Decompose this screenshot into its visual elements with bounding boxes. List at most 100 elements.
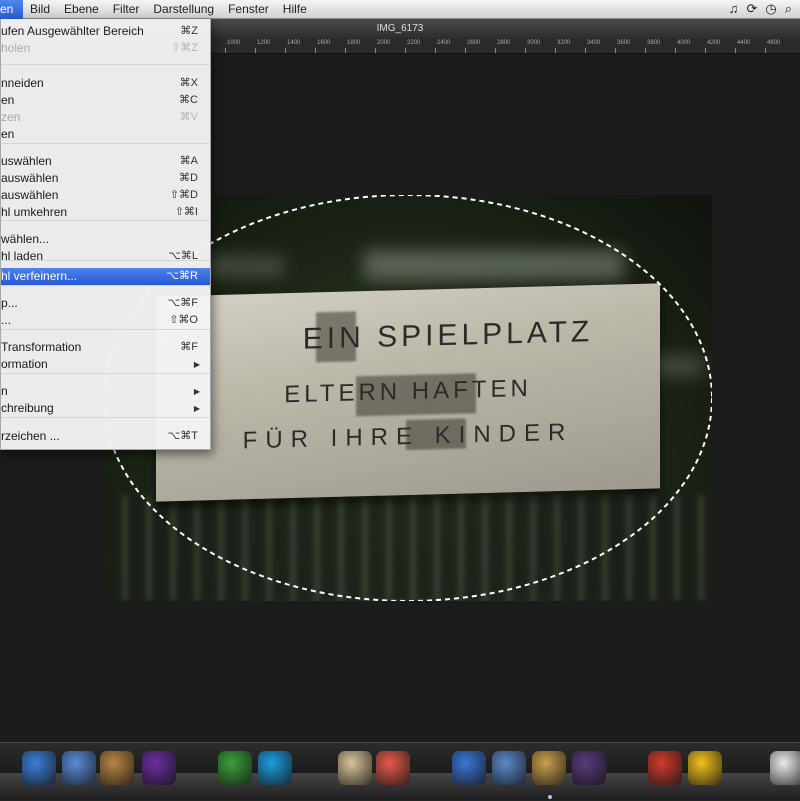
- menu-item[interactable]: zen ⌘V: [1, 109, 210, 126]
- window-title: IMG_6173: [376, 23, 424, 34]
- menu-separator: [1, 329, 210, 330]
- menu-filter[interactable]: Filter: [106, 0, 147, 19]
- ruler-tick-label: 4600: [767, 40, 781, 46]
- menu-item-label: n: [1, 384, 8, 398]
- menu-item-refine-selection[interactable]: hl verfeinern... ⌥⌘R: [1, 268, 210, 285]
- ical-icon[interactable]: [376, 751, 410, 785]
- text-edit-icon[interactable]: [770, 751, 800, 785]
- address-book-icon[interactable]: [338, 751, 372, 785]
- menu-item[interactable]: p... ⌥⌘F: [1, 295, 210, 312]
- ruler-tick: [705, 48, 706, 53]
- menu-item-shortcut: ⇧⌘Z: [171, 42, 198, 54]
- menu-item-label: holen: [1, 41, 31, 55]
- ruler-tick: [225, 48, 226, 53]
- menu-hilfe[interactable]: Hilfe: [276, 0, 314, 19]
- ruler-tick-label: 4400: [737, 40, 751, 46]
- ruler-tick: [495, 48, 496, 53]
- menu-item[interactable]: ... ⇧⌘O: [1, 312, 210, 329]
- safari-icon[interactable]: [22, 751, 56, 785]
- menu-item[interactable]: nneiden ⌘X: [1, 75, 210, 92]
- menu-item-shortcut: ⌘D: [179, 172, 198, 184]
- submenu-arrow-icon: ▶: [193, 404, 200, 413]
- menu-bild[interactable]: Bild: [23, 0, 57, 19]
- ruler-tick-label: 2400: [437, 40, 451, 46]
- menu-item[interactable]: auswählen ⌘D: [1, 170, 210, 187]
- ruler-tick-label: 3200: [557, 40, 571, 46]
- menu-item-label: ormation: [1, 357, 48, 371]
- running-indicator: [548, 795, 552, 799]
- menu-item[interactable]: hl laden ⌥⌘L: [1, 248, 210, 265]
- menu-item-shortcut: ⇧⌘I: [174, 206, 198, 218]
- menu-item-label: auswählen: [1, 188, 59, 202]
- menu-fenster[interactable]: Fenster: [221, 0, 276, 19]
- menu-item-shortcut: ⌥⌘L: [168, 250, 198, 262]
- menu-separator: [1, 143, 210, 144]
- menu-item[interactable]: chreibung ▶: [1, 400, 210, 417]
- edit-menu-dropdown: ufen Ausgewählter Bereich ⌘Z holen ⇧⌘Z nneid…: [0, 19, 211, 450]
- menu-item[interactable]: hl umkehren ⇧⌘I: [1, 204, 210, 221]
- menu-item[interactable]: ufen Ausgewählter Bereich ⌘Z: [1, 23, 210, 40]
- ruler-tick: [255, 48, 256, 53]
- menu-item-shortcut: ⇧⌘O: [169, 314, 198, 326]
- menu-item[interactable]: en: [1, 126, 210, 143]
- photobooth-icon[interactable]: [142, 751, 176, 785]
- menu-item-label: chreibung: [1, 401, 54, 415]
- ruler-tick-label: 2200: [407, 40, 421, 46]
- ruler-tick: [735, 48, 736, 53]
- menu-item[interactable]: auswählen ⇧⌘D: [1, 187, 210, 204]
- menu-item-shortcut: ⌘V: [179, 111, 198, 123]
- sync-icon[interactable]: ⟳: [746, 1, 757, 17]
- ruler-tick-label: 1000: [227, 40, 241, 46]
- ruler-tick-label: 3000: [527, 40, 541, 46]
- menu-item[interactable]: Transformation ⌘F: [1, 339, 210, 356]
- itunes-icon[interactable]: [452, 751, 486, 785]
- ruler-tick-label: 2000: [377, 40, 391, 46]
- menu-item[interactable]: rzeichen ... ⌥⌘T: [1, 428, 210, 445]
- menu-darstellung[interactable]: Darstellung: [146, 0, 221, 19]
- search-icon[interactable]: ⌕: [785, 1, 792, 17]
- menu-separator: [1, 64, 210, 65]
- ruler-tick: [645, 48, 646, 53]
- menu-item-shortcut: ⌘F: [180, 341, 198, 353]
- sign-line-3: FÜR IHRE KINDER: [242, 418, 574, 455]
- pixelmator-icon[interactable]: [532, 751, 566, 785]
- skype-icon[interactable]: [258, 751, 292, 785]
- menu-item-label: ...: [1, 313, 12, 327]
- menu-item[interactable]: ormation ▶: [1, 356, 210, 373]
- time-machine-icon[interactable]: ◷: [765, 1, 776, 17]
- menu-ebene[interactable]: Ebene: [57, 0, 106, 19]
- menu-edit[interactable]: en: [0, 0, 23, 19]
- ruler-tick-label: 1800: [347, 40, 361, 46]
- front-row-icon[interactable]: [572, 751, 606, 785]
- ruler-tick: [615, 48, 616, 53]
- menu-item-label: auswählen: [1, 171, 59, 185]
- menu-item-label: en: [1, 127, 15, 141]
- menu-item-shortcut: ⌥⌘F: [167, 297, 198, 309]
- ruler-tick: [315, 48, 316, 53]
- menu-item[interactable]: n ▶: [1, 383, 210, 400]
- menu-item[interactable]: holen ⇧⌘Z: [1, 40, 210, 57]
- menu-item-label: hl verfeinern...: [1, 269, 78, 283]
- preview-icon[interactable]: [62, 751, 96, 785]
- app-store-icon[interactable]: [648, 751, 682, 785]
- ruler-tick-label: 3400: [587, 40, 601, 46]
- adium-icon[interactable]: [218, 751, 252, 785]
- menu-item-label: ufen Ausgewählter Bereich: [1, 24, 144, 38]
- ruler-tick-label: 2800: [497, 40, 511, 46]
- menu-item-label: uswählen: [1, 154, 52, 168]
- ruler-tick: [465, 48, 466, 53]
- menu-item-shortcut: ⌘A: [179, 155, 198, 167]
- menu-separator: [1, 373, 210, 374]
- music-note-icon[interactable]: ♫: [729, 1, 739, 17]
- menu-item[interactable]: uswählen ⌘A: [1, 153, 210, 170]
- ichat-icon[interactable]: [100, 751, 134, 785]
- menu-item[interactable]: en ⌘C: [1, 92, 210, 109]
- ruler-tick: [585, 48, 586, 53]
- iphoto-icon[interactable]: [492, 751, 526, 785]
- submenu-arrow-icon: ▶: [193, 360, 200, 369]
- menu-item-label: zen: [1, 110, 21, 124]
- menu-item[interactable]: wählen...: [1, 231, 210, 248]
- menu-item-label: en: [1, 93, 15, 107]
- ruler-tick-label: 4200: [707, 40, 721, 46]
- cyberduck-icon[interactable]: [688, 751, 722, 785]
